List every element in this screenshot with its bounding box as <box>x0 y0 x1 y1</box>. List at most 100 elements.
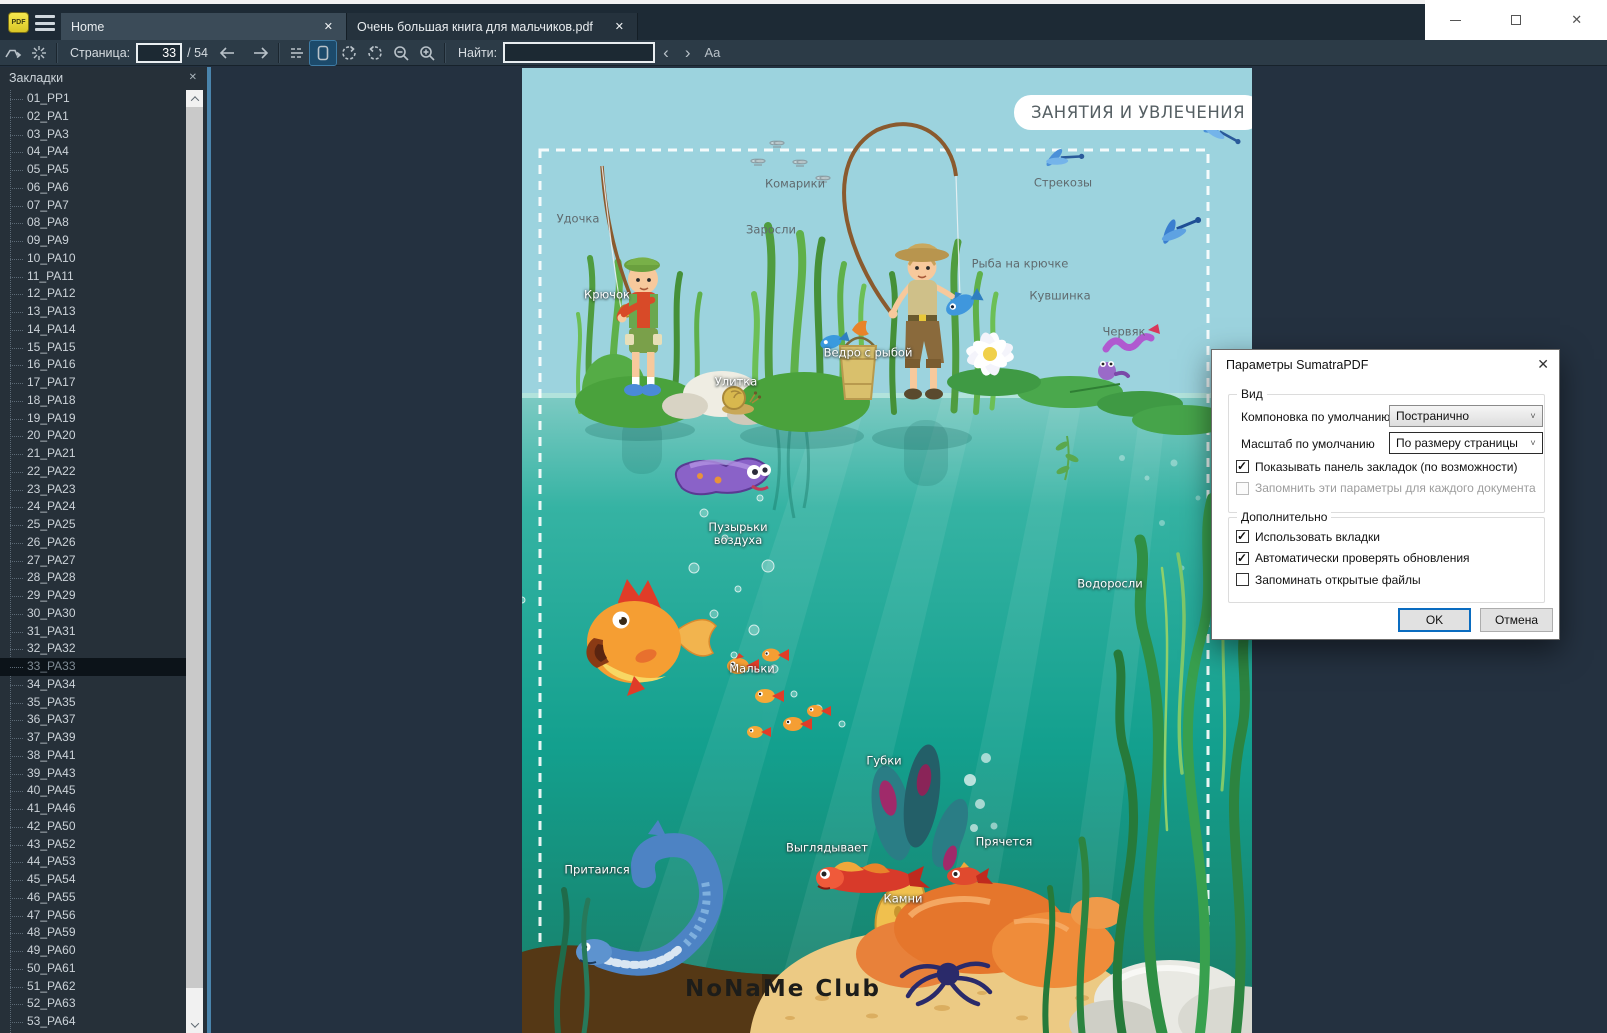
sidebar-splitter[interactable] <box>203 67 211 1033</box>
tab-home[interactable]: Home ✕ <box>61 13 346 40</box>
single-page-icon[interactable] <box>309 39 337 66</box>
bookmark-item[interactable]: 49_PA60 <box>0 942 186 960</box>
bookmark-item[interactable]: 10_PA10 <box>0 250 186 268</box>
dialog-close-icon[interactable]: ✕ <box>1537 356 1549 373</box>
bookmark-item[interactable]: 19_PA19 <box>0 410 186 428</box>
bookmark-item[interactable]: 04_PA4 <box>0 143 186 161</box>
bookmark-item[interactable]: 09_PA9 <box>0 232 186 250</box>
bookmark-item[interactable]: 14_PA14 <box>0 321 186 339</box>
bookmark-item[interactable]: 21_PA21 <box>0 445 186 463</box>
checkbox-row[interactable]: Запоминать открытые файлы <box>1236 572 1538 587</box>
bookmark-item[interactable]: 31_PA31 <box>0 623 186 641</box>
tab-close-icon[interactable]: ✕ <box>319 18 338 35</box>
cancel-button[interactable]: Отмена <box>1480 608 1553 632</box>
checkbox-row[interactable]: Показывать панель закладок (по возможнос… <box>1236 459 1538 474</box>
toolbar-separator <box>278 42 280 63</box>
bookmark-item[interactable]: 29_PA29 <box>0 587 186 605</box>
bookmark-item[interactable]: 48_PA59 <box>0 924 186 942</box>
bookmark-item[interactable]: 42_PA50 <box>0 818 186 836</box>
bookmark-item[interactable]: 27_PA27 <box>0 552 186 570</box>
bookmark-item[interactable]: 36_PA37 <box>0 711 186 729</box>
bookmark-item[interactable]: 03_PA3 <box>0 126 186 144</box>
page-label: Притаился <box>564 862 630 877</box>
find-previous-icon[interactable]: ‹ <box>655 43 677 63</box>
bookmark-item[interactable]: 32_PA32 <box>0 640 186 658</box>
checkbox-row[interactable]: Автоматически проверять обновления <box>1236 551 1538 566</box>
match-case-icon[interactable]: Aa <box>705 45 721 60</box>
zoom-select[interactable]: По размеру страницы ˅ <box>1389 432 1543 454</box>
ok-button[interactable]: OK <box>1398 608 1471 632</box>
maximize-button[interactable] <box>1486 0 1547 40</box>
bookmark-item[interactable]: 50_PA61 <box>0 960 186 978</box>
close-button[interactable]: ✕ <box>1546 0 1607 40</box>
bookmark-item[interactable]: 39_PA43 <box>0 765 186 783</box>
bookmark-item[interactable]: 51_PA62 <box>0 978 186 996</box>
scrollbar-thumb[interactable] <box>186 107 203 988</box>
bookmark-item[interactable]: 11_PA11 <box>0 268 186 286</box>
sumatra-pdf-logo-icon[interactable]: PDF <box>8 12 29 33</box>
bookmark-item[interactable]: 34_PA34 <box>0 676 186 694</box>
scroll-up-icon[interactable] <box>186 90 203 107</box>
checkbox-row[interactable]: Запомнить эти параметры для каждого доку… <box>1236 481 1538 496</box>
bookmark-item[interactable]: 28_PA28 <box>0 569 186 587</box>
rotate-right-icon[interactable] <box>362 41 388 65</box>
bookmark-item[interactable]: 05_PA5 <box>0 161 186 179</box>
bookmark-item[interactable]: 17_PA17 <box>0 374 186 392</box>
bookmark-item[interactable]: 47_PA56 <box>0 907 186 925</box>
tab-document[interactable]: Очень большая книга для мальчиков.pdf ✕ <box>346 13 638 40</box>
page-label: Водоросли <box>1077 576 1143 591</box>
bookmark-item[interactable]: 44_PA53 <box>0 853 186 871</box>
bookmark-item[interactable]: 46_PA55 <box>0 889 186 907</box>
bookmark-item[interactable]: 24_PA24 <box>0 498 186 516</box>
bookmark-item[interactable]: 23_PA23 <box>0 481 186 499</box>
zoom-in-icon[interactable] <box>414 41 440 65</box>
rotate-left-icon[interactable] <box>336 41 362 65</box>
bookmark-item[interactable]: 08_PA8 <box>0 214 186 232</box>
minimize-button[interactable] <box>1425 0 1486 40</box>
bookmark-item[interactable]: 41_PA46 <box>0 800 186 818</box>
bookmark-item[interactable]: 40_PA45 <box>0 782 186 800</box>
sidebar-close-icon[interactable]: ✕ <box>189 72 197 83</box>
next-page-icon[interactable] <box>248 41 274 65</box>
bookmark-item[interactable]: 43_PA52 <box>0 836 186 854</box>
page-number-input[interactable] <box>136 42 183 63</box>
bookmark-item[interactable]: 25_PA25 <box>0 516 186 534</box>
bookmark-item[interactable]: 26_PA26 <box>0 534 186 552</box>
find-next-icon[interactable]: › <box>677 43 699 63</box>
bookmark-item[interactable]: 07_PA7 <box>0 197 186 215</box>
sidebar-scrollbar[interactable] <box>186 90 203 1033</box>
scroll-down-icon[interactable] <box>186 1016 203 1033</box>
bookmark-item[interactable]: 12_PA12 <box>0 285 186 303</box>
bookmark-item[interactable]: 18_PA18 <box>0 392 186 410</box>
bookmark-item[interactable]: 52_PA63 <box>0 995 186 1013</box>
bookmark-item[interactable]: 45_PA54 <box>0 871 186 889</box>
bookmark-item[interactable]: 22_PA22 <box>0 463 186 481</box>
tab-close-icon[interactable]: ✕ <box>610 18 629 35</box>
bookmark-item[interactable]: 06_PA6 <box>0 179 186 197</box>
fit-width-icon[interactable] <box>284 41 310 65</box>
find-input[interactable] <box>503 42 656 63</box>
bookmark-item[interactable]: 01_PP1 <box>0 90 186 108</box>
hamburger-menu-icon[interactable] <box>35 15 55 31</box>
bookmark-item[interactable]: 13_PA13 <box>0 303 186 321</box>
bookmark-item[interactable]: 37_PA39 <box>0 729 186 747</box>
bookmark-item[interactable]: 20_PA20 <box>0 427 186 445</box>
checkbox-row[interactable]: Использовать вкладки <box>1236 529 1538 544</box>
advanced-checkboxes: Использовать вкладки Автоматически провер… <box>1236 529 1538 594</box>
previous-page-icon[interactable] <box>214 41 240 65</box>
bookmark-item[interactable]: 53_PA64 <box>0 1013 186 1031</box>
bookmark-item[interactable]: 16_PA16 <box>0 356 186 374</box>
open-file-icon[interactable] <box>0 41 26 65</box>
bookmark-item[interactable]: 02_PA1 <box>0 108 186 126</box>
pdf-illustration <box>522 68 1252 1033</box>
chevron-down-icon: ˅ <box>1530 411 1536 421</box>
print-icon[interactable] <box>26 41 52 65</box>
bookmark-item[interactable]: 30_PA30 <box>0 605 186 623</box>
layout-select[interactable]: Постранично ˅ <box>1389 405 1543 427</box>
bookmark-item[interactable]: 38_PA41 <box>0 747 186 765</box>
bookmark-item[interactable]: 15_PA15 <box>0 339 186 357</box>
bookmark-item[interactable]: 33_PA33 <box>0 658 186 676</box>
zoom-out-icon[interactable] <box>388 41 414 65</box>
bookmark-item[interactable]: 35_PA35 <box>0 694 186 712</box>
bookmarks-tree: 01_PP1 02_PA1 03_PA3 04_PA4 05_PA5 06_PA6 07_P… <box>0 90 186 1033</box>
